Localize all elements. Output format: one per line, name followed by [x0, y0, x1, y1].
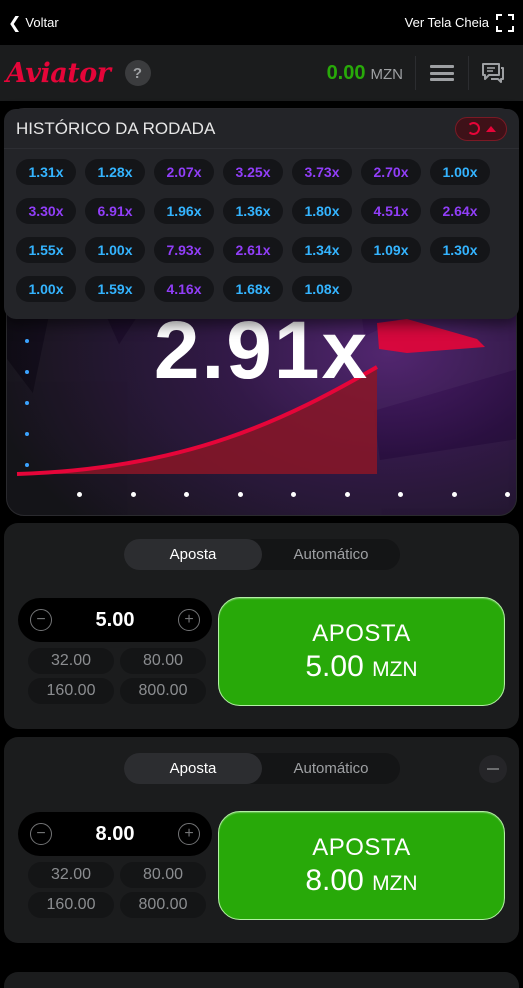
remove-bet-panel-button[interactable]: [479, 755, 507, 783]
tab-bet[interactable]: Aposta: [124, 753, 262, 784]
bet-amount[interactable]: 5.00: [96, 609, 135, 632]
x-axis-dots: [77, 492, 510, 497]
history-multiplier-chip[interactable]: 1.00x: [430, 159, 490, 185]
menu-button[interactable]: [416, 45, 468, 101]
history-multiplier-chip[interactable]: 2.61x: [223, 237, 283, 263]
history-multiplier-chip[interactable]: 2.70x: [361, 159, 421, 185]
history-multiplier-chip[interactable]: 1.36x: [223, 198, 283, 224]
balance: 0.00 MZN: [327, 62, 415, 85]
plus-icon[interactable]: +: [178, 609, 200, 631]
history-multiplier-chip[interactable]: 1.31x: [16, 159, 76, 185]
bet-amount-stepper: − 5.00 +: [18, 598, 212, 642]
minus-icon: [487, 768, 499, 770]
quick-amount-button[interactable]: 32.00: [28, 648, 114, 674]
aviator-logo: Aviator: [6, 57, 111, 89]
back-label: Voltar: [25, 15, 59, 30]
history-multiplier-chip[interactable]: 3.25x: [223, 159, 283, 185]
history-multiplier-chip[interactable]: 1.00x: [85, 237, 145, 263]
collapse-icon: [485, 125, 496, 132]
history-multiplier-chip[interactable]: 1.34x: [292, 237, 352, 263]
tab-auto[interactable]: Automático: [262, 539, 400, 570]
multiplier-list: 1.31x 1.28x 2.07x 3.25x 3.73x 2.70x 1.00x 3.30x…: [4, 149, 519, 302]
back-link[interactable]: ❮ Voltar: [8, 13, 59, 33]
minus-icon[interactable]: −: [30, 823, 52, 845]
quick-amounts: 32.00 80.00 160.00 800.00: [28, 648, 206, 704]
quick-amount-button[interactable]: 160.00: [28, 678, 114, 704]
balance-amount: 0.00: [326, 61, 366, 84]
bet-amount[interactable]: 8.00: [96, 823, 135, 846]
bet-panel-1: Aposta Automático − 5.00 + 32.00 80.00 1…: [4, 523, 519, 729]
tab-bet[interactable]: Aposta: [124, 539, 262, 570]
quick-amount-button[interactable]: 800.00: [120, 892, 206, 918]
top-bar: ❮ Voltar Ver Tela Cheia: [0, 0, 523, 45]
history-multiplier-chip[interactable]: 1.09x: [361, 237, 421, 263]
history-multiplier-chip[interactable]: 1.00x: [16, 276, 76, 302]
bet-panel-2: Aposta Automático − 8.00 + 32.00 80.00 1…: [4, 737, 519, 943]
history-toggle-button[interactable]: [455, 116, 507, 141]
y-axis-dots: [25, 339, 29, 494]
help-icon[interactable]: ?: [124, 60, 151, 86]
round-history-panel: HISTÓRICO DA RODADA 1.31x 1.28x 2.07x 3.25x…: [4, 109, 519, 319]
history-multiplier-chip[interactable]: 4.16x: [154, 276, 214, 302]
fullscreen-label: Ver Tela Cheia: [404, 15, 489, 30]
history-multiplier-chip[interactable]: 1.28x: [85, 159, 145, 185]
chevron-left-icon: ❮: [8, 14, 22, 32]
history-multiplier-chip[interactable]: 6.91x: [85, 198, 145, 224]
quick-amounts: 32.00 80.00 160.00 800.00: [28, 862, 206, 918]
tab-auto[interactable]: Automático: [262, 753, 400, 784]
fullscreen-icon: [495, 13, 515, 33]
bet-amount-stepper: − 8.00 +: [18, 812, 212, 856]
bet-panel-3: [4, 972, 519, 988]
history-multiplier-chip[interactable]: 1.59x: [85, 276, 145, 302]
history-icon: [466, 122, 480, 135]
bet-mode-tabs: Aposta Automático: [124, 539, 400, 570]
plus-icon[interactable]: +: [178, 823, 200, 845]
history-multiplier-chip[interactable]: 4.51x: [361, 198, 421, 224]
place-bet-button[interactable]: APOSTA 8.00 MZN: [218, 811, 505, 920]
history-multiplier-chip[interactable]: 1.55x: [16, 237, 76, 263]
round-history-title: HISTÓRICO DA RODADA: [16, 118, 216, 138]
quick-amount-button[interactable]: 32.00: [28, 862, 114, 888]
history-multiplier-chip[interactable]: 7.93x: [154, 237, 214, 263]
round-history-header: HISTÓRICO DA RODADA: [4, 109, 519, 149]
history-multiplier-chip[interactable]: 3.73x: [292, 159, 352, 185]
history-multiplier-chip[interactable]: 1.96x: [154, 198, 214, 224]
history-multiplier-chip[interactable]: 1.30x: [430, 237, 490, 263]
bet-button-label: APOSTA: [312, 833, 411, 861]
chat-icon: [482, 63, 504, 83]
history-multiplier-chip[interactable]: 1.80x: [292, 198, 352, 224]
history-multiplier-chip[interactable]: 2.64x: [430, 198, 490, 224]
balance-currency: MZN: [370, 65, 404, 83]
history-multiplier-chip[interactable]: 2.07x: [154, 159, 214, 185]
bet-mode-tabs: Aposta Automático: [124, 753, 400, 784]
quick-amount-button[interactable]: 80.00: [120, 648, 206, 674]
place-bet-button[interactable]: APOSTA 5.00 MZN: [218, 597, 505, 706]
quick-amount-button[interactable]: 800.00: [120, 678, 206, 704]
fullscreen-link[interactable]: Ver Tela Cheia: [405, 13, 515, 33]
menu-icon: [430, 65, 454, 81]
quick-amount-button[interactable]: 160.00: [28, 892, 114, 918]
bet-button-amount: 5.00 MZN: [305, 649, 418, 683]
quick-amount-button[interactable]: 80.00: [120, 862, 206, 888]
bet-button-amount: 8.00 MZN: [305, 863, 418, 897]
bet-button-label: APOSTA: [312, 619, 411, 647]
history-multiplier-chip[interactable]: 3.30x: [16, 198, 76, 224]
history-multiplier-chip[interactable]: 1.68x: [223, 276, 283, 302]
chat-button[interactable]: [469, 45, 517, 101]
history-multiplier-chip[interactable]: 1.08x: [292, 276, 352, 302]
game-header: Aviator ? 0.00 MZN: [0, 45, 523, 101]
minus-icon[interactable]: −: [30, 609, 52, 631]
